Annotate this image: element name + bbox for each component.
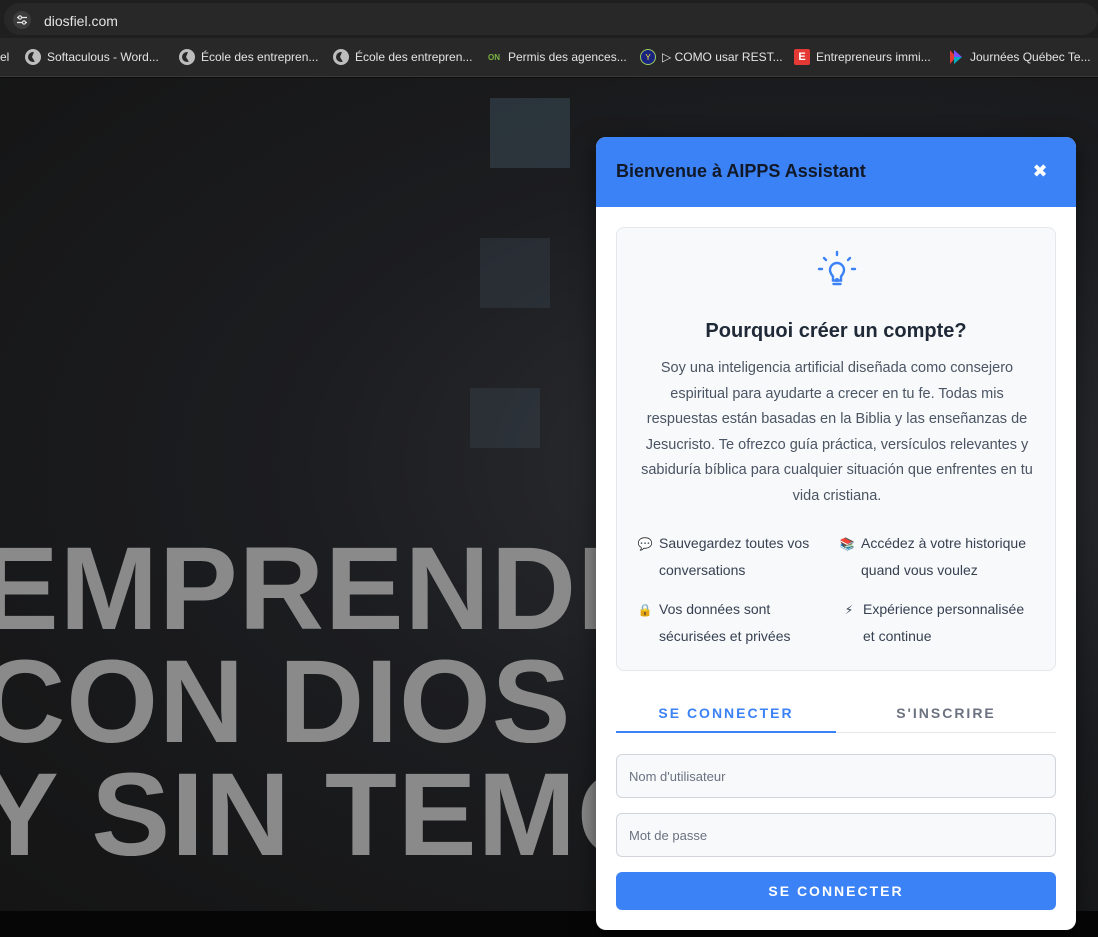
login-modal: Bienvenue à AIPPS Assistant ✖ Pourquoi c…	[596, 137, 1076, 930]
bookmark-item[interactable]: ON Permis des agences...	[486, 48, 627, 66]
card-title: Pourquoi créer un compte?	[705, 320, 967, 342]
bookmark-item[interactable]: el	[0, 48, 9, 66]
bookmark-label: Entrepreneurs immi...	[816, 50, 931, 64]
bookmark-label: Softaculous - Word...	[47, 50, 159, 64]
modal-header: Bienvenue à AIPPS Assistant ✖	[596, 137, 1076, 207]
tab-signup[interactable]: S'INSCRIRE	[836, 705, 1056, 733]
username-input[interactable]	[616, 754, 1056, 798]
bookmark-item[interactable]: École des entrepren...	[333, 48, 472, 66]
close-icon[interactable]: ✖	[1030, 161, 1050, 181]
info-card: Pourquoi créer un compte? Soy una inteli…	[616, 227, 1056, 671]
lightning-icon: ⚡	[844, 603, 854, 617]
lock-icon: 🔒	[637, 603, 653, 617]
browser-address-bar: diosfiel.com	[0, 0, 1098, 38]
bookmark-label: Journées Québec Te...	[970, 50, 1091, 64]
globe-icon	[25, 49, 41, 65]
bookmarks-bar: el Softaculous - Word... École des entre…	[0, 38, 1098, 77]
globe-icon	[333, 49, 349, 65]
bookmark-label: ▷ COMO usar REST...	[662, 50, 783, 64]
play-colors-icon	[950, 50, 962, 64]
bookmark-label: el	[0, 50, 10, 64]
tab-login[interactable]: SE CONNECTER	[616, 705, 836, 733]
feature-text: Accédez à votre historique quand vous vo…	[861, 535, 1026, 578]
card-description: Soy una inteligencia artificial diseñada…	[641, 360, 1033, 504]
youtube-channel-icon: Y	[640, 49, 656, 65]
lightbulb-icon	[817, 250, 857, 286]
address-url[interactable]: diosfiel.com	[44, 13, 118, 29]
hero-heading-line-1: EMPRENDE	[0, 523, 657, 655]
background-window-shape	[470, 388, 540, 448]
background-window-shape	[480, 238, 550, 308]
background-window-shape	[490, 98, 570, 168]
modal-title: Bienvenue à AIPPS Assistant	[616, 161, 866, 181]
bookmark-label: Permis des agences...	[508, 50, 627, 64]
bookmark-item[interactable]: Y ▷ COMO usar REST...	[640, 48, 783, 66]
bookmark-item[interactable]: E Entrepreneurs immi...	[794, 48, 931, 66]
feature-text: Sauvegardez toutes vos conversations	[659, 535, 810, 578]
omnibox[interactable]: diosfiel.com	[4, 3, 1098, 35]
books-icon: 📚	[839, 537, 855, 551]
bookmark-label: École des entrepren...	[201, 50, 319, 64]
bookmark-item[interactable]: Journées Québec Te...	[948, 48, 1091, 66]
speech-bubble-icon: 💬	[637, 537, 653, 551]
site-settings-icon[interactable]	[13, 11, 31, 29]
bookmark-item[interactable]: Softaculous - Word...	[25, 48, 159, 66]
feature-text: Vos données sont sécurisées et privées	[659, 601, 791, 644]
globe-icon	[179, 49, 195, 65]
feature-text: Expérience personnalisée et continue	[863, 601, 1025, 644]
auth-tabs: SE CONNECTER S'INSCRIRE	[616, 705, 1056, 733]
agency-icon: ON	[488, 52, 500, 62]
hero-heading-line-2: CON DIOS	[0, 636, 572, 768]
login-submit-button[interactable]: SE CONNECTER	[616, 872, 1056, 910]
e-logo-icon: E	[794, 49, 810, 65]
password-input[interactable]	[616, 813, 1056, 857]
bookmark-item[interactable]: École des entrepren...	[179, 48, 318, 66]
bookmark-label: École des entrepren...	[355, 50, 473, 64]
